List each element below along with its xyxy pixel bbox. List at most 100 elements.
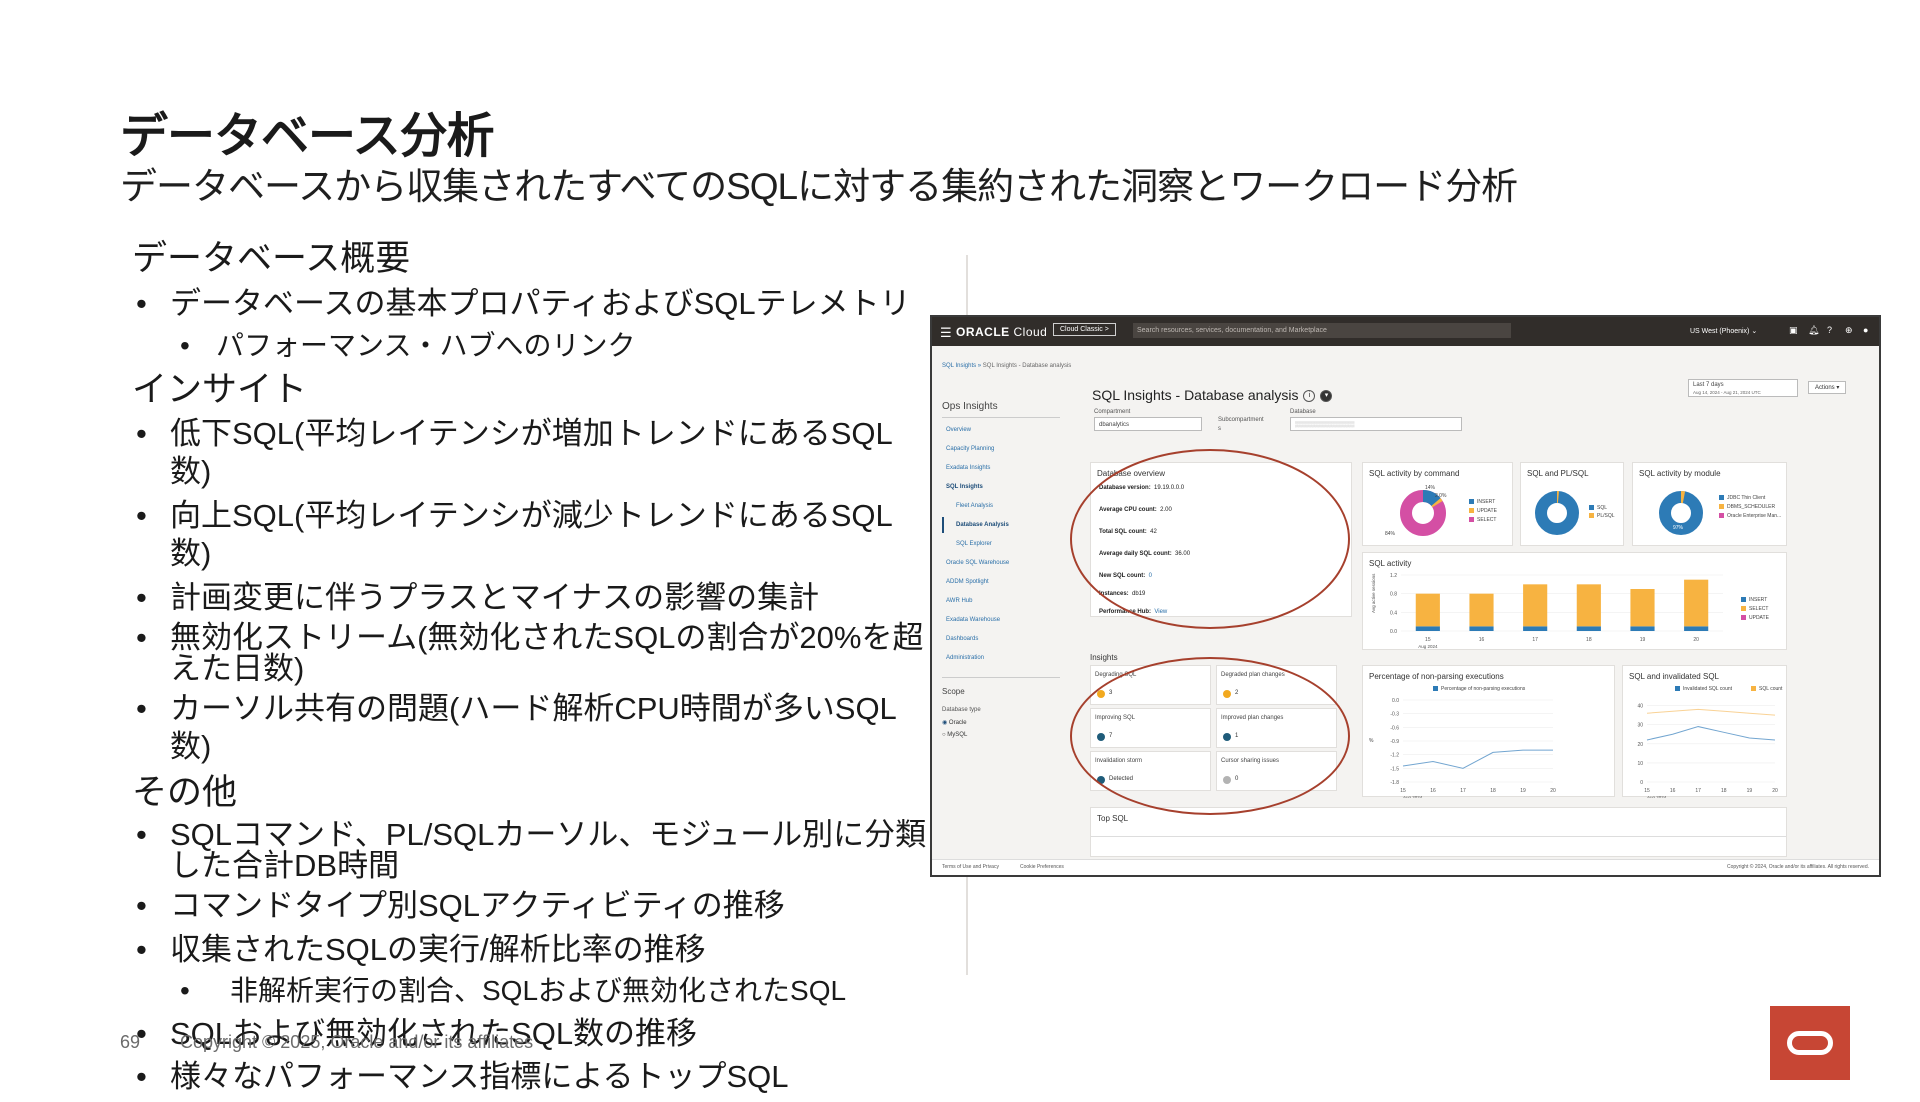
section-heading: データベース概要 [132, 239, 411, 278]
info-icon[interactable]: i [1303, 390, 1316, 403]
bar [1523, 584, 1548, 627]
legend-update: UPDATE [1469, 508, 1497, 514]
help-icon[interactable]: ? [1827, 325, 1832, 335]
breadcrumb[interactable]: SQL Insights » SQL Insights - Database a… [942, 363, 1071, 369]
pct-label: 14% [1425, 485, 1436, 491]
nav-item[interactable]: Overview [946, 427, 971, 433]
radio-oracle[interactable]: ◉ Oracle [942, 719, 967, 726]
time-range-select[interactable]: Last 7 days Aug 14, 2024 - Aug 21, 2024 U… [1688, 379, 1798, 397]
sql-activity-card: SQL activity 1.2 0.8 0.4 0.0 Avg active sess… [1362, 552, 1787, 650]
legend-sql: SQL [1589, 505, 1607, 511]
db-type-label: Database type [942, 707, 981, 713]
globe-icon[interactable]: ⊕ [1845, 325, 1853, 336]
x-axis-month: Aug 2024 [1418, 644, 1438, 649]
highlight-overview-oval [1070, 449, 1350, 629]
oracle-logo-icon [1787, 1031, 1833, 1055]
y-tick-label: 40 [1637, 704, 1643, 710]
database-select[interactable]: ▒▒▒▒▒▒▒▒▒▒▒▒▒▒ [1290, 417, 1462, 431]
legend-insert: INSERT [1469, 499, 1495, 505]
series-line [1646, 708, 1776, 716]
nav-item[interactable]: SQL Insights [946, 484, 983, 490]
sub-bullet-item: 非解析実行の割合、SQLおよび無効化されたSQL [132, 974, 932, 1008]
bullet-item: 低下SQL(平均レイテンシが増加トレンドにあるSQL数) [132, 415, 932, 491]
nav-item[interactable]: Oracle SQL Warehouse [946, 560, 1009, 566]
nav-item[interactable]: Exadata Warehouse [946, 617, 1000, 623]
y-tick-label: 1.2 [1390, 573, 1397, 579]
nav-item[interactable]: Administration [946, 655, 984, 661]
non-parsing-executions-card: Percentage of non-parsing executions Per… [1362, 665, 1615, 798]
x-tick-label: 18 [1721, 788, 1727, 794]
highlight-insights-oval [1070, 657, 1350, 815]
sql-activity-by-module-card: SQL activity by module 97% JDBC Thin Cli… [1632, 462, 1787, 546]
legend-select: SELECT [1741, 606, 1768, 612]
x-tick-label: 15 [1644, 788, 1650, 794]
x-tick-label: 16 [1479, 637, 1485, 643]
command-donut-chart [1400, 490, 1446, 536]
x-tick-label: 15 [1400, 788, 1406, 794]
pct-label: 84% [1385, 531, 1396, 537]
module-donut-chart [1659, 491, 1703, 535]
nav-item[interactable]: Dashboards [946, 636, 978, 642]
nav-item[interactable]: AWR Hub [946, 598, 972, 604]
subcompartment-value[interactable]: s [1218, 426, 1221, 432]
search-input[interactable]: Search resources, services, documentatio… [1133, 323, 1511, 338]
legend-jdbc: JDBC Thin Client [1719, 495, 1765, 501]
sql-activity-bar-chart: 1.2 0.8 0.4 0.0 Avg active sessions 15 16 17 18 1… [1371, 573, 1723, 649]
oracle-cloud-logo[interactable]: ORACLE Cloud [956, 325, 1047, 339]
outline: データベース概要 データベースの基本プロパティおよびSQLテレメトリ パフォーマ… [132, 238, 932, 1102]
bar [1469, 626, 1494, 631]
y-tick-label: 10 [1637, 761, 1643, 767]
bullet-item: カーソル共有の問題(ハード解析CPU時間が多いSQL数) [132, 690, 932, 766]
scope-title: Scope [942, 687, 965, 696]
copyright: Copyright © 2025, Oracle and/or its affi… [180, 1032, 534, 1052]
x-tick-label: 20 [1550, 788, 1556, 794]
x-axis-month: Aug 2024 [1403, 795, 1423, 798]
bell-icon[interactable]: 🔔︎ [1808, 325, 1819, 336]
nav-item[interactable]: Fleet Analysis [956, 503, 993, 509]
y-tick-label: -1.5 [1390, 766, 1399, 772]
bar [1469, 593, 1494, 627]
y-axis-label: Avg active sessions [1371, 573, 1376, 613]
x-tick-label: 16 [1670, 788, 1676, 794]
nav-item[interactable]: ADDM Spotlight [946, 579, 989, 585]
sql-activity-by-command-card: SQL activity by command 14% 2.0% 84% INS… [1362, 462, 1513, 546]
region-selector[interactable]: US West (Phoenix) ⌄ [1690, 327, 1757, 335]
legend-scheduler: DBMS_SCHEDULER [1719, 504, 1775, 510]
user-icon[interactable]: ● [1863, 325, 1868, 335]
pct-label: 97% [1673, 525, 1684, 531]
bar [1576, 584, 1601, 627]
x-tick-label: 15 [1425, 637, 1431, 643]
cookie-link[interactable]: Cookie Preferences [1020, 864, 1064, 870]
x-tick-label: 17 [1532, 637, 1538, 643]
console-screenshot: ☰ ORACLE Cloud Cloud Classic > Search re… [930, 315, 1881, 877]
bar [1630, 589, 1655, 627]
subcompartment-label: Subcompartment [1218, 417, 1264, 423]
nav-item[interactable]: Exadata Insights [946, 465, 990, 471]
legend-update: UPDATE [1741, 615, 1769, 621]
x-tick-label: 20 [1693, 637, 1699, 643]
x-tick-label: 19 [1747, 788, 1753, 794]
bar [1415, 626, 1440, 631]
x-tick-label: 19 [1520, 788, 1526, 794]
actions-button[interactable]: Actions ▾ [1808, 381, 1847, 394]
console-topbar: ☰ ORACLE Cloud Cloud Classic > Search re… [932, 317, 1879, 346]
y-tick-label: -0.6 [1390, 725, 1399, 731]
series-line [1402, 749, 1553, 769]
feedback-icon[interactable]: ▾ [1320, 390, 1333, 403]
terms-link[interactable]: Terms of Use and Privacy [942, 864, 999, 870]
y-tick-label: 20 [1637, 742, 1643, 748]
cloud-shell-icon[interactable]: ▣ [1789, 325, 1798, 336]
oracle-logo [1770, 1006, 1850, 1080]
invalidated-sql-line-chart: 40 30 20 10 015 16 17 18 19 20 Aug 2024 [1637, 704, 1778, 798]
compartment-select[interactable]: dbanalytics [1094, 417, 1202, 431]
hamburger-menu-icon[interactable]: ☰ [940, 325, 952, 341]
sub-bullet-item: パフォーマンス・ハブへのリンク [132, 329, 932, 363]
y-tick-label: -1.8 [1390, 780, 1399, 786]
invalidated-sql-card: SQL and invalidated SQL Invalidated SQL … [1622, 665, 1787, 798]
nav-item-active[interactable]: Database Analysis [956, 522, 1009, 528]
cloud-classic-button[interactable]: Cloud Classic > [1053, 323, 1116, 336]
page-title: SQL Insights - Database analysis i ▾ [1092, 387, 1333, 403]
nav-item[interactable]: SQL Explorer [956, 541, 992, 547]
radio-mysql[interactable]: ○ MySQL [942, 732, 967, 738]
nav-item[interactable]: Capacity Planning [946, 446, 994, 452]
